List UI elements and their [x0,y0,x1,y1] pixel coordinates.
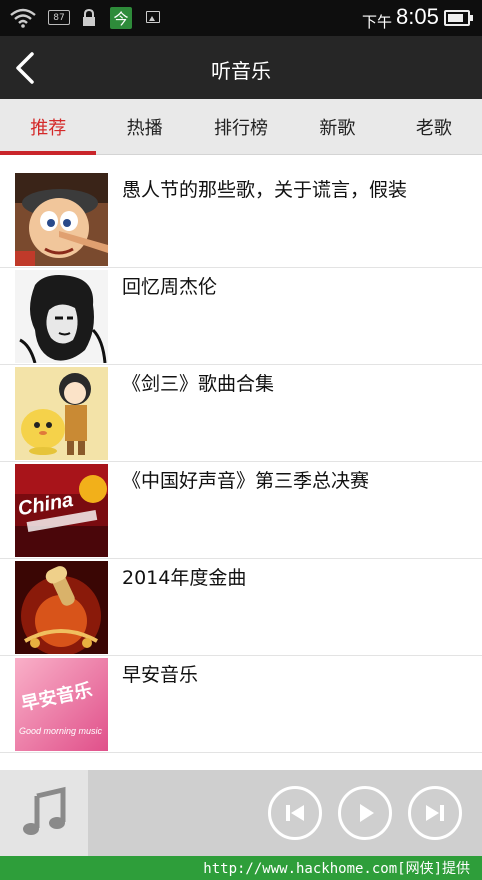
tab-hot[interactable]: 热播 [96,99,192,154]
battery-level [448,14,463,22]
page-title: 听音乐 [211,59,271,83]
thumbnail-subcaption: Good morning music [19,726,103,736]
tab-recommend[interactable]: 推荐 [0,99,97,155]
playlist-thumbnail: China [15,464,108,557]
lock-icon [82,9,96,27]
playlist-thumbnail [15,561,108,654]
next-button[interactable] [408,786,462,840]
playlist-item[interactable]: 回忆周杰伦 [0,268,482,365]
status-bar: 87 今 下午 8:05 [0,0,482,36]
battery-icon [444,10,473,26]
now-playing-art[interactable] [0,770,88,856]
playlist-title: 《剑三》歌曲合集 [122,373,275,395]
playlist-thumbnail [15,270,108,363]
time-period: 下午 [362,13,393,31]
category-tabs: 推荐 热播 排行榜 新歌 老歌 [0,99,482,155]
playlist-thumbnail: 早安音乐 Good morning music [15,658,108,751]
app-notification-icon: 今 [110,7,132,29]
play-button[interactable] [338,786,392,840]
playlist-item[interactable]: 愚人节的那些歌，关于谎言，假装 [0,171,482,268]
playlist-item[interactable]: 早安音乐 Good morning music 早安音乐 [0,656,482,753]
playlist-item[interactable]: China 《中国好声音》第三季总决赛 [0,462,482,559]
playlist-title: 回忆周杰伦 [122,276,218,298]
previous-button[interactable] [268,786,322,840]
playlist-item[interactable]: 2014年度金曲 [0,559,482,656]
playlist-thumbnail [15,173,108,266]
playlist-title: 早安音乐 [122,664,199,686]
source-banner: http://www.hackhome.com[网侠]提供 [0,856,482,880]
playlist-title: 《中国好声音》第三季总决赛 [122,470,370,492]
playlist-title: 2014年度金曲 [122,567,247,589]
playlist-item[interactable]: 《剑三》歌曲合集 [0,365,482,462]
notification-count-badge: 87 [48,10,70,25]
title-bar: 听音乐 [0,36,482,99]
skip-previous-icon [286,805,304,821]
tab-new-songs[interactable]: 新歌 [289,99,385,154]
wifi-icon [10,8,36,28]
image-icon [146,11,160,23]
skip-next-icon [426,805,444,821]
playlist-thumbnail [15,367,108,460]
tab-old-songs[interactable]: 老歌 [386,99,482,154]
music-note-icon [23,786,66,835]
playlist-list: 愚人节的那些歌，关于谎言，假装 回忆周杰伦 《剑三》歌曲合集 China 《中国… [0,171,482,753]
playlist-title: 愚人节的那些歌，关于谎言，假装 [122,179,408,201]
clock: 8:05 [396,4,439,29]
play-icon [360,804,374,822]
tab-charts[interactable]: 排行榜 [193,99,289,154]
mini-player [0,770,482,856]
